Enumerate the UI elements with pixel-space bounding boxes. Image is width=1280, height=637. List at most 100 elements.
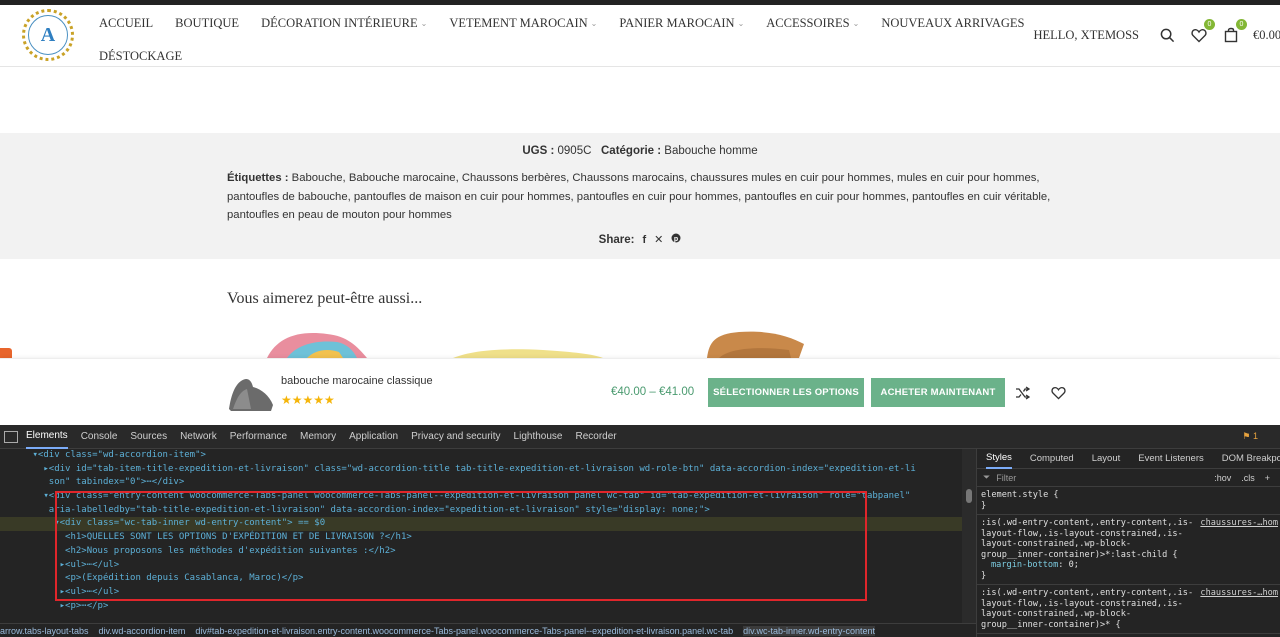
sticky-product-name: babouche marocaine classique	[281, 375, 433, 387]
add-rule-icon[interactable]: +	[1265, 473, 1270, 483]
issues-count: 1	[1252, 431, 1258, 441]
chevron-down-icon: ⌄	[590, 18, 598, 28]
styles-tab-event-listeners[interactable]: Event Listeners	[1138, 453, 1203, 464]
nav-item-nouveaux-arrivages[interactable]: NOUVEAUX ARRIVAGES	[881, 16, 1024, 31]
sticky-price: €40.00 – €41.00	[611, 386, 695, 398]
element-style-close: }	[981, 500, 987, 511]
rule-source-link[interactable]: chaussures-…hom	[1200, 588, 1278, 599]
rule-close: }	[981, 570, 987, 581]
nav-item-panier-marocain[interactable]: PANIER MAROCAIN ⌄	[619, 16, 744, 31]
pinterest-icon[interactable]: p	[671, 233, 681, 246]
nav-item-boutique[interactable]: BOUTIQUE	[175, 16, 239, 31]
sticky-add-to-cart: babouche marocaine classique ★★★★★ €40.0…	[0, 358, 1280, 425]
dom-breadcrumb: arrow.tabs-layout-tabs div.wd-accordion-i…	[0, 623, 976, 637]
devtools-tab-network[interactable]: Network	[180, 425, 217, 449]
logo-mark: A	[28, 15, 68, 55]
nav-item-d-stockage[interactable]: DÉSTOCKAGE	[99, 49, 182, 64]
dom-node-line[interactable]: ▸<p>⋯</p>	[0, 600, 962, 614]
styles-tab-computed[interactable]: Computed	[1030, 453, 1074, 464]
breadcrumb-item[interactable]: div.wd-accordion-item	[99, 626, 186, 636]
nav-item-label: BOUTIQUE	[175, 15, 240, 30]
breadcrumb-item[interactable]: arrow.tabs-layout-tabs	[0, 626, 89, 636]
devtools-tab-performance[interactable]: Performance	[230, 425, 287, 449]
styles-tab-dom-breakpoints[interactable]: DOM Breakpoints	[1222, 453, 1280, 464]
wishlist-icon[interactable]: 0	[1189, 19, 1215, 45]
cls-toggle[interactable]: .cls	[1241, 473, 1255, 483]
breadcrumb-item[interactable]: div.wc-tab-inner.wd-entry-content	[743, 625, 876, 636]
header-actions: HELLO, XTEMOSS 0 0 €0.00	[1033, 19, 1280, 45]
issues-badge[interactable]: ⚑ 1	[1242, 431, 1258, 442]
css-rule-last-child[interactable]: chaussures-…hom :is(.wd-entry-content,.e…	[977, 515, 1280, 585]
x-twitter-icon[interactable]: ✕	[654, 233, 663, 246]
cart-icon[interactable]: 0	[1221, 19, 1247, 45]
dom-node-line[interactable]: ▾<div class="wd-accordion-item">	[0, 449, 962, 463]
chevron-down-icon: ⌄	[737, 18, 745, 28]
devtools-tab-application[interactable]: Application	[349, 425, 398, 449]
site-logo[interactable]: A	[22, 9, 74, 61]
wishlist-count-badge: 0	[1204, 19, 1215, 30]
dom-node-line[interactable]: son" tabindex="0">⋯</div>	[0, 476, 962, 490]
devtools-tab-recorder[interactable]: Recorder	[575, 425, 616, 449]
sku-label: UGS :	[522, 145, 555, 157]
wishlist-heart-icon[interactable]	[1050, 385, 1066, 401]
inspect-device-icon[interactable]	[4, 430, 18, 443]
filter-placeholder: Filter	[996, 472, 1017, 483]
devtools-tab-privacy-and-security[interactable]: Privacy and security	[411, 425, 500, 449]
tags-links[interactable]: Babouche, Babouche marocaine, Chaussons …	[227, 172, 1050, 221]
tags-label: Étiquettes :	[227, 172, 289, 184]
breadcrumb-item[interactable]: div#tab-expedition-et-livraison.entry-co…	[195, 626, 733, 636]
elements-scrollbar[interactable]	[962, 449, 976, 623]
rule-source-link[interactable]: chaussures-…hom	[1200, 518, 1278, 529]
cart-total[interactable]: €0.00	[1253, 28, 1280, 43]
rating-stars: ★★★★★	[281, 393, 335, 407]
css-value[interactable]: 0;	[1069, 560, 1079, 570]
share-row: Share: f ✕ p	[0, 233, 1280, 246]
nav-item-d-coration-int-rieure[interactable]: DÉCORATION INTÉRIEURE ⌄	[261, 16, 427, 31]
nav-item-accessoires[interactable]: ACCESSOIRES ⌄	[766, 16, 859, 31]
buy-now-button[interactable]: ACHETER MAINTENANT	[871, 378, 1005, 407]
select-options-button[interactable]: SÉLECTIONNER LES OPTIONS	[708, 378, 864, 407]
devtools-tab-lighthouse[interactable]: Lighthouse	[514, 425, 563, 449]
css-property[interactable]: margin-bottom	[991, 560, 1058, 570]
css-rule-children[interactable]: chaussures-…hom :is(.wd-entry-content,.e…	[977, 585, 1280, 634]
styles-filter-input[interactable]: ⏷ Filter	[983, 472, 1214, 483]
styles-filter-bar: ⏷ Filter :hov .cls +	[977, 469, 1280, 487]
devtools-panel: Elements Console Sources Network Performance…	[0, 425, 1280, 637]
selection-highlight-box	[55, 491, 867, 601]
cart-count-badge: 0	[1236, 19, 1247, 30]
styles-tab-bar: Styles Computed Layout Event Listeners DOM B…	[977, 449, 1280, 469]
dom-node-line[interactable]: ▸<div id="tab-item-title-expedition-et-l…	[0, 463, 962, 477]
compare-icon[interactable]	[1014, 385, 1030, 401]
styles-tab-styles[interactable]: Styles	[986, 449, 1012, 469]
sku-value: 0905C	[557, 145, 592, 157]
nav-item-label: PANIER MAROCAIN	[619, 15, 735, 30]
styles-tab-layout[interactable]: Layout	[1092, 453, 1121, 464]
devtools-tab-elements[interactable]: Elements	[26, 425, 68, 449]
site-header: A ACCUEIL BOUTIQUE DÉCORATION INTÉRIEURE ⌄ V…	[0, 5, 1280, 67]
devtools-tab-console[interactable]: Console	[81, 425, 118, 449]
nav-item-vetement-marocain[interactable]: VETEMENT MAROCAIN ⌄	[449, 16, 597, 31]
related-product-image-3[interactable]	[659, 326, 859, 358]
sku-category-line: UGS : 0905C Catégorie : Babouche homme	[0, 145, 1280, 157]
dom-node-text: ▾<div class="wd-accordion-item">	[32, 450, 206, 460]
nav-item-label: ACCESSOIRES	[766, 15, 850, 30]
account-greeting[interactable]: HELLO, XTEMOSS	[1033, 28, 1139, 43]
facebook-icon[interactable]: f	[642, 234, 646, 246]
scroll-thumb[interactable]	[966, 489, 972, 503]
hov-toggle[interactable]: :hov	[1214, 473, 1231, 483]
category-link[interactable]: Babouche homme	[664, 145, 757, 157]
devtools-tab-memory[interactable]: Memory	[300, 425, 336, 449]
nav-row-primary: ACCUEIL BOUTIQUE DÉCORATION INTÉRIEURE ⌄ VET…	[99, 10, 1025, 36]
related-product-image-1[interactable]	[227, 326, 427, 358]
nav-item-accueil[interactable]: ACCUEIL	[99, 16, 153, 31]
related-product-image-2[interactable]	[443, 326, 643, 358]
search-icon[interactable]	[1157, 25, 1177, 45]
element-style-rule[interactable]: element.style { }	[977, 487, 1280, 515]
devtools-tab-sources[interactable]: Sources	[130, 425, 167, 449]
